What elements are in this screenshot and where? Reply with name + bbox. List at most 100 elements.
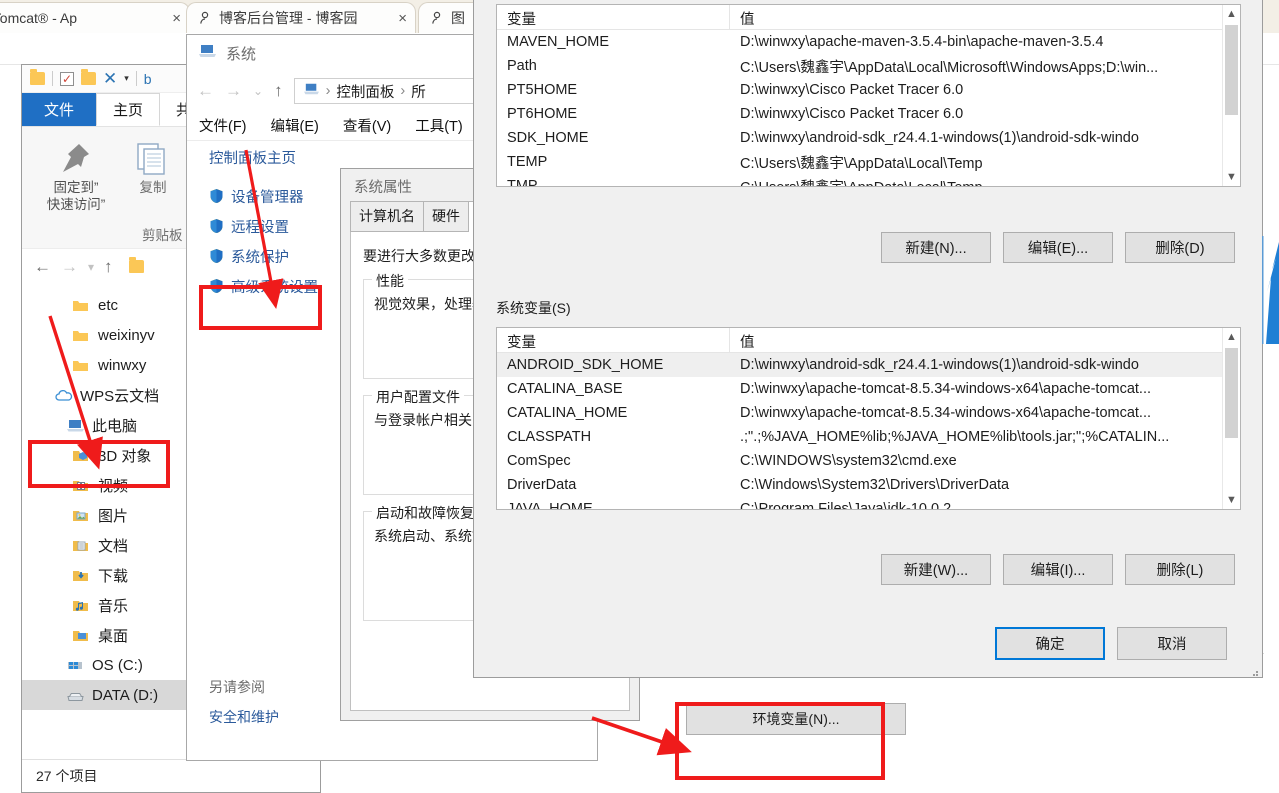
forward-icon[interactable]: → [61, 257, 78, 277]
recent-locations-icon[interactable]: ▾ [88, 260, 94, 274]
recent-locations-icon[interactable]: ⌄ [253, 84, 263, 98]
tree-item-label: 音乐 [98, 597, 129, 615]
new-folder-icon[interactable] [30, 69, 45, 85]
table-row[interactable]: CATALINA_BASE D:\winwxy\apache-tomcat-8.5… [497, 377, 1240, 401]
ok-button[interactable]: 确定 [995, 627, 1105, 660]
variable-name: TEMP [507, 154, 548, 170]
scroll-up-icon[interactable]: ▲ [1223, 328, 1240, 346]
variable-name: DriverData [507, 477, 577, 493]
variable-name: PT6HOME [507, 106, 578, 122]
variable-name: ComSpec [507, 453, 571, 469]
ribbon-copy[interactable]: 复制 [122, 141, 184, 196]
column-header-variable[interactable]: 变量 [497, 328, 730, 352]
tree-item-label: 文档 [98, 537, 129, 555]
up-icon[interactable]: ↑ [104, 257, 113, 277]
scroll-down-icon[interactable]: ▼ [1223, 168, 1240, 186]
user-new-button[interactable]: 新建(N)... [881, 232, 991, 263]
group-legend: 性能 [372, 271, 408, 291]
tree-item-label: etc [98, 296, 119, 314]
copy-icon [137, 143, 165, 175]
table-row[interactable]: JAVA_HOME C:\Program Files\Java\jdk-10.0.… [497, 497, 1240, 509]
table-row[interactable]: CATALINA_HOME D:\winwxy\apache-tomcat-8.5… [497, 401, 1240, 425]
user-edit-button[interactable]: 编辑(E)... [1003, 232, 1113, 263]
tab-hardware[interactable]: 硬件 [423, 201, 469, 232]
table-row[interactable]: Path C:\Users\魏鑫宇\AppData\Local\Microsoft… [497, 54, 1240, 78]
user-variables-header: 变量 值 [497, 5, 1240, 30]
person-icon [429, 10, 445, 26]
variable-value: D:\winwxy\android-sdk_r24.4.1-windows(1)… [740, 357, 1139, 373]
table-row[interactable]: TMP C:\Users\魏鑫宇\AppData\Local\Temp [497, 174, 1240, 186]
scrollbar-thumb[interactable] [1225, 348, 1238, 438]
shield-icon [209, 248, 224, 264]
ribbon-pin-to-quick-access[interactable]: 固定到” 快速访问” [30, 141, 122, 213]
column-header-variable[interactable]: 变量 [497, 5, 730, 29]
close-icon[interactable]: × [390, 10, 407, 27]
scrollbar-thumb[interactable] [1225, 25, 1238, 115]
variable-name: ANDROID_SDK_HOME [507, 357, 664, 373]
system-edit-button[interactable]: 编辑(I)... [1003, 554, 1113, 585]
scroll-down-icon[interactable]: ▼ [1223, 491, 1240, 509]
this-pc-icon [66, 418, 84, 433]
table-row[interactable]: ComSpec C:\WINDOWS\system32\cmd.exe [497, 449, 1240, 473]
item-count-label: 27 个项目 [36, 768, 98, 784]
address-bar-folder-icon [128, 257, 144, 273]
table-row[interactable]: SDK_HOME D:\winwxy\android-sdk_r24.4.1-wi… [497, 126, 1240, 150]
table-row[interactable]: ANDROID_SDK_HOME D:\winwxy\android-sdk_r2… [497, 353, 1240, 377]
back-icon[interactable]: ← [197, 81, 214, 101]
breadcrumb-segment-0[interactable]: 控制面板 [336, 81, 394, 102]
new-item-icon[interactable] [81, 69, 96, 85]
chevron-down-icon[interactable]: ▾ [124, 73, 129, 84]
table-row[interactable]: MAVEN_HOME D:\winwxy\apache-maven-3.5.4-b… [497, 30, 1240, 54]
ribbon-group-label: 剪贴板 [142, 228, 183, 243]
tab-label: 硬件 [432, 208, 460, 224]
tab-computer-name[interactable]: 计算机名 [350, 201, 424, 232]
control-panel-home-link[interactable]: 控制面板主页 [209, 147, 307, 168]
group-legend: 用户配置文件 [372, 387, 464, 407]
group-legend: 启动和故障恢复 [372, 503, 478, 523]
table-row[interactable]: CLASSPATH .;".;%JAVA_HOME%lib;%JAVA_HOME%… [497, 425, 1240, 449]
link-remote-settings[interactable]: 远程设置 [209, 211, 307, 241]
variable-value: C:\Users\魏鑫宇\AppData\Local\Microsoft\Win… [740, 59, 1159, 76]
table-row[interactable]: PT5HOME D:\winwxy\Cisco Packet Tracer 6.0 [497, 78, 1240, 102]
system-variables-list[interactable]: 变量 值 ANDROID_SDK_HOME D:\winwxy\android-s… [496, 327, 1241, 510]
table-row[interactable]: DriverData C:\Windows\System32\Drivers\Dr… [497, 473, 1240, 497]
menu-edit[interactable]: 编辑(E) [271, 115, 319, 136]
menu-view[interactable]: 查看(V) [343, 115, 391, 136]
resize-grip-icon[interactable] [1249, 664, 1259, 676]
tree-item-label: DATA (D:) [92, 686, 159, 704]
system-list-scrollbar[interactable]: ▲ ▼ [1222, 328, 1240, 509]
table-row[interactable]: TEMP C:\Users\魏鑫宇\AppData\Local\Temp [497, 150, 1240, 174]
user-delete-button[interactable]: 删除(D) [1125, 232, 1235, 263]
back-icon[interactable]: ← [34, 257, 51, 277]
system-delete-button[interactable]: 删除(L) [1125, 554, 1235, 585]
forward-icon[interactable]: → [225, 81, 242, 101]
browser-tab-1[interactable]: 博客后台管理 - 博客园 × [186, 2, 416, 33]
properties-icon[interactable]: ✓ [60, 71, 74, 86]
documents-icon [72, 538, 89, 553]
see-also-link-security[interactable]: 安全和维护 [209, 707, 279, 727]
column-header-value[interactable]: 值 [730, 328, 755, 352]
link-device-manager[interactable]: 设备管理器 [209, 181, 307, 211]
delete-icon[interactable]: ✕ [103, 70, 117, 87]
ribbon-label-line1: 固定到” [53, 180, 99, 195]
menu-tools[interactable]: 工具(T) [415, 115, 463, 136]
tab-home[interactable]: 主页 [96, 93, 161, 126]
breadcrumb-segment-1[interactable]: 所 [411, 81, 426, 102]
desktop-icon [72, 628, 89, 643]
cancel-button[interactable]: 取消 [1117, 627, 1227, 660]
link-system-protection[interactable]: 系统保护 [209, 241, 307, 271]
up-icon[interactable]: ↑ [274, 81, 283, 101]
column-header-value[interactable]: 值 [730, 5, 755, 29]
pictures-icon [72, 508, 89, 523]
close-icon[interactable]: × [164, 10, 181, 27]
scroll-up-icon[interactable]: ▲ [1223, 5, 1240, 23]
cloud-icon [54, 388, 73, 403]
button-label: 编辑(I)... [1030, 563, 1086, 579]
menu-file[interactable]: 文件(F) [199, 115, 247, 136]
system-new-button[interactable]: 新建(W)... [881, 554, 991, 585]
user-variables-list[interactable]: 变量 值 MAVEN_HOME D:\winwxy\apache-maven-3.… [496, 4, 1241, 187]
tab-file[interactable]: 文件 [22, 93, 96, 126]
browser-tab-0[interactable]: pache Tomcat® - Ap × [0, 2, 190, 33]
user-list-scrollbar[interactable]: ▲ ▼ [1222, 5, 1240, 186]
table-row[interactable]: PT6HOME D:\winwxy\Cisco Packet Tracer 6.0 [497, 102, 1240, 126]
